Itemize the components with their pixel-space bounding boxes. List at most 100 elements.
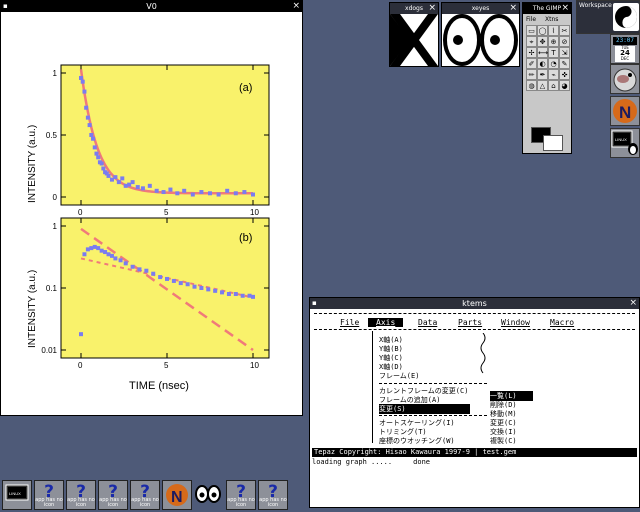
gimp-tool-icon[interactable]: ⌖ (526, 36, 537, 47)
menu-coordinate-watch[interactable]: 座標のウオッチング(W) (379, 436, 455, 446)
plot-window-title: V0 (146, 2, 157, 11)
data-point (251, 192, 255, 197)
taskbar-item[interactable]: ? app has no icon (66, 480, 96, 510)
close-icon[interactable]: × (561, 3, 569, 14)
gimp-tool-icon[interactable]: ◔ (548, 58, 559, 69)
gimp-title: The GIMP (532, 5, 562, 12)
plot-window-titlebar[interactable]: ▪ V0 × (1, 1, 302, 12)
minimize-icon[interactable]: ▪ (3, 1, 8, 12)
chart-b: (b) INTENSITY (a.u.) TIME (nsec) 0 5 10 0.0… (27, 217, 270, 392)
data-point (99, 248, 104, 253)
submenu-duplicate[interactable]: 複製(C) (490, 436, 517, 446)
menu-window[interactable]: Window (501, 318, 530, 327)
gimp-tool-icon[interactable]: ✥ (537, 36, 548, 47)
taskbar-item[interactable]: ? app has no icon (34, 480, 64, 510)
taskbar-caption: app has no icon (99, 497, 127, 508)
taskbar-item[interactable]: ? app has no icon (226, 480, 256, 510)
taskbar-caption: app has no icon (35, 497, 63, 508)
clock-month: DEC (620, 56, 630, 61)
axis-dropdown: X軸(A) Y軸(B) Y軸(C) X軸(D) フレーム(E) カレントフレーム… (372, 331, 493, 446)
taskbar-item[interactable]: N (162, 480, 192, 510)
gimp-tool-icon[interactable]: ✜ (559, 69, 570, 80)
xeyes-titlebar[interactable]: xeyes × (442, 3, 519, 14)
data-point (80, 79, 85, 84)
taskbar-item[interactable]: ? app has no icon (258, 480, 288, 510)
gimp-menu-file[interactable]: File (526, 16, 536, 23)
gimp-tool-icon[interactable]: ⌂ (548, 80, 559, 91)
taskbar-item[interactable] (194, 480, 224, 510)
x-tick-label: 10 (250, 361, 259, 370)
data-point (171, 278, 176, 283)
submenu-arrows (480, 333, 486, 374)
gimp-tool-icon[interactable]: △ (537, 80, 548, 91)
menu-axis[interactable]: Axis (368, 318, 404, 327)
data-point (109, 177, 114, 182)
plot-window[interactable]: ▪ V0 × (a) INTENSITY (a.u.) 0 5 10 0 0.5 1 (b… (0, 0, 303, 416)
gimp-tool-icon[interactable]: ✏ (526, 69, 537, 80)
taskbar-item[interactable]: ? app has no icon (98, 480, 128, 510)
taskbar-item[interactable]: LINUX (2, 480, 32, 510)
gimp-tool-icon[interactable]: ⌁ (548, 69, 559, 80)
gimp-dock[interactable] (610, 64, 640, 94)
data-point (147, 183, 152, 188)
netscape-icon: N (613, 99, 637, 123)
gimp-tool-icon[interactable]: ✒ (537, 69, 548, 80)
close-icon[interactable]: × (292, 1, 300, 12)
ktems-titlebar[interactable]: ▪ ktems × (310, 298, 639, 309)
close-icon[interactable]: × (629, 298, 637, 309)
gimp-tool-icon[interactable]: ✎ (559, 58, 570, 69)
gimp-tool-icon[interactable]: ⇲ (559, 47, 570, 58)
menu-macro[interactable]: Macro (550, 318, 574, 327)
minimize-icon[interactable]: ▪ (312, 298, 317, 309)
gimp-tool-icon[interactable]: ◯ (537, 25, 548, 36)
data-point (101, 166, 106, 171)
close-icon[interactable]: × (428, 3, 436, 14)
menu-file[interactable]: File (340, 318, 359, 327)
ktems-window[interactable]: ▪ ktems × File Axis Data Parts Window Ma… (309, 297, 640, 508)
xdog-window[interactable]: xdogs × (389, 2, 439, 67)
x-tick-label: 0 (78, 208, 83, 217)
x-tick-label: 5 (164, 208, 169, 217)
log-line: loading graph ..... done (312, 458, 431, 466)
gimp-tool-icon[interactable]: ⟷ (537, 47, 548, 58)
menu-parts[interactable]: Parts (458, 318, 482, 327)
xdog-titlebar[interactable]: xdogs × (390, 3, 438, 14)
xdog-graphic (390, 14, 438, 66)
background-color-swatch[interactable] (543, 135, 563, 151)
y-tick-label: 0.1 (46, 284, 58, 293)
clock-dock[interactable]: 23:07 TUE 24 DEC (610, 34, 640, 64)
xeyes-window[interactable]: xeyes × (441, 2, 520, 67)
y-tick-label: 0.01 (41, 346, 57, 355)
menu-frame[interactable]: フレーム(E) (379, 371, 419, 381)
data-point (94, 151, 99, 156)
chart-b-xlabel: TIME (nsec) (129, 380, 189, 392)
gimp-menu-xtns[interactable]: Xtns (545, 16, 558, 23)
gimp-tool-icon[interactable]: ▭ (526, 25, 537, 36)
workspace-dock[interactable]: Workspace (576, 0, 640, 34)
gimp-tool-icon[interactable]: ◍ (526, 80, 537, 91)
gimp-toolbox[interactable]: The GIMP × File Xtns ▭ ◯ ⌇ ✂ ⌖ ✥ ⊕ ⊘ ✢ ⟷ T ⇲ ✐ ◐ ◔ ✎ ✏ ✒ ⌁… (522, 2, 572, 154)
gimp-titlebar[interactable]: The GIMP × (523, 3, 571, 14)
gimp-tool-icon[interactable]: ◕ (559, 80, 570, 91)
data-point (79, 75, 83, 80)
data-point (92, 145, 97, 150)
gimp-tool-icon[interactable]: ◐ (537, 58, 548, 69)
taskbar-item[interactable]: ? app has no icon (130, 480, 160, 510)
gimp-tool-icon[interactable]: ⊘ (559, 36, 570, 47)
netscape-dock[interactable]: N (610, 96, 640, 126)
gimp-tool-icon[interactable]: ✐ (526, 58, 537, 69)
close-icon[interactable]: × (509, 3, 517, 14)
data-point (91, 136, 96, 141)
xeyes-title: xeyes (471, 5, 490, 12)
terminal-dock[interactable]: LINUX (610, 128, 640, 158)
status-bar: Tepaz Copyright: Hisao Kawaura 1997-9 | … (312, 448, 637, 457)
change-submenu: 一覧(L) 削除(D) 移動(M) 変更(C) 交換(I) 複製(C) (488, 391, 536, 446)
menu-change[interactable]: 変更(S) (379, 404, 470, 414)
terminal-icon: LINUX (5, 484, 29, 501)
gimp-tool-icon[interactable]: T (548, 47, 559, 58)
menu-data[interactable]: Data (418, 318, 437, 327)
gimp-tool-icon[interactable]: ✢ (526, 47, 537, 58)
gimp-tool-icon[interactable]: ⌇ (548, 25, 559, 36)
gimp-tool-icon[interactable]: ✂ (559, 25, 570, 36)
gimp-tool-icon[interactable]: ⊕ (548, 36, 559, 47)
